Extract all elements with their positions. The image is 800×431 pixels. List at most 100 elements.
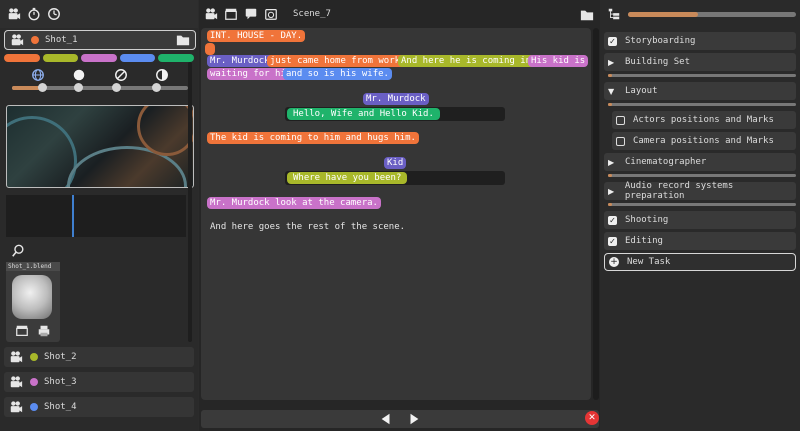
task-layout[interactable]: ▼ Layout: [604, 82, 796, 100]
action-text[interactable]: His kid is: [528, 55, 589, 67]
search-icon[interactable]: [10, 243, 26, 259]
task-shooting[interactable]: ✓ Shooting: [604, 211, 796, 229]
render-options: [30, 67, 170, 83]
previous-icon[interactable]: [378, 411, 394, 427]
task-progress: [608, 103, 796, 106]
task-audio-record[interactable]: ▶ Audio record systems preparation: [604, 181, 796, 201]
blend-file-name: Shot_1.blend: [6, 262, 60, 271]
shot-color-dot: [30, 378, 38, 386]
action-text[interactable]: waiting for him: [207, 68, 295, 80]
shot-item[interactable]: Shot_4: [4, 397, 194, 417]
action-text[interactable]: just came home from work.: [267, 55, 409, 67]
shot-label: Shot_2: [44, 352, 77, 362]
tag-olive[interactable]: [42, 54, 79, 62]
folder-icon[interactable]: [175, 32, 191, 48]
checkbox-checked[interactable]: ✓: [608, 36, 617, 46]
task-label: Editing: [625, 236, 663, 246]
scene-heading[interactable]: INT. HOUSE - DAY.: [207, 30, 306, 42]
expand-arrow-icon[interactable]: ▶: [608, 158, 617, 167]
print-icon[interactable]: [36, 323, 52, 339]
shading-icon[interactable]: [154, 67, 170, 83]
task-label: Audio record systems preparation: [624, 181, 734, 201]
shots-scrollbar[interactable]: [188, 62, 192, 342]
slider-knob[interactable]: [152, 83, 161, 92]
next-icon[interactable]: [406, 411, 422, 427]
timeline-marker[interactable]: [72, 195, 74, 237]
shots-toolbar: [0, 0, 198, 28]
subtask-camera-positions[interactable]: Camera positions and Marks: [612, 132, 796, 150]
camera-icon: [8, 374, 24, 390]
new-task-label: New Task: [627, 257, 671, 267]
expand-arrow-icon[interactable]: ▶: [608, 187, 617, 196]
camera-icon[interactable]: [6, 6, 22, 22]
task-storyboarding[interactable]: ✓ Storyboarding: [604, 32, 796, 50]
task-tree-icon[interactable]: [606, 6, 622, 22]
task-label: Building Set: [625, 57, 691, 67]
action-text[interactable]: and so is his wife.: [283, 68, 392, 80]
new-task-button[interactable]: + New Task: [604, 253, 796, 271]
shot-color-dot: [30, 403, 38, 411]
tag-blue[interactable]: [119, 54, 156, 62]
clapboard-icon[interactable]: [223, 6, 239, 22]
task-editing[interactable]: ✓ Editing: [604, 232, 796, 250]
checkbox-checked[interactable]: ✓: [608, 236, 617, 246]
subtask-actors-positions[interactable]: Actors positions and Marks: [612, 111, 796, 129]
shot-thumbnail[interactable]: [6, 105, 194, 188]
material-icon[interactable]: [113, 67, 129, 83]
tasks-panel: ✓ Storyboarding ▶ Building Set ▼ Layout …: [600, 0, 800, 431]
solid-circle-icon[interactable]: [71, 67, 87, 83]
globe-icon[interactable]: [30, 67, 46, 83]
slider-knob[interactable]: [112, 83, 121, 92]
plus-icon: +: [609, 256, 619, 267]
dialog-text[interactable]: Where have you been?: [287, 172, 408, 184]
task-progress: [608, 203, 796, 206]
task-label: Cinematographer: [625, 157, 707, 167]
expand-arrow-icon[interactable]: ▶: [608, 58, 617, 67]
task-label: Camera positions and Marks: [633, 136, 774, 146]
stopwatch-icon[interactable]: [26, 6, 42, 22]
tag-orange[interactable]: [4, 54, 40, 62]
close-icon[interactable]: ✕: [585, 411, 599, 425]
timer-icon[interactable]: [263, 6, 279, 22]
checkbox-checked[interactable]: ✓: [608, 215, 617, 225]
speaker-name[interactable]: Kid: [384, 157, 407, 169]
folder-icon[interactable]: [579, 7, 595, 23]
action-text[interactable]: And here goes the rest of the scene.: [210, 222, 405, 232]
dialog-text[interactable]: Hello, Wife and Hello Kid.: [287, 108, 440, 120]
checkbox-unchecked[interactable]: [616, 115, 625, 125]
speaker-name[interactable]: Mr. Murdock: [363, 93, 429, 105]
task-cinematographer[interactable]: ▶ Cinematographer: [604, 153, 796, 171]
clapboard-icon[interactable]: [14, 323, 30, 339]
camera-icon[interactable]: [203, 6, 219, 22]
tag-pink[interactable]: [81, 54, 117, 62]
shot-item-active[interactable]: Shot_1: [4, 30, 196, 50]
script-editor[interactable]: INT. HOUSE - DAY. Mr. Murdock just came …: [201, 28, 591, 400]
shot-item[interactable]: Shot_2: [4, 347, 194, 367]
task-building-set[interactable]: ▶ Building Set: [604, 53, 796, 71]
script-toolbar: Scene_7: [199, 0, 601, 28]
slider-knob[interactable]: [38, 83, 47, 92]
camera-icon: [9, 32, 25, 48]
action-text[interactable]: And here he is coming in.: [398, 55, 540, 67]
task-label: Actors positions and Marks: [633, 115, 774, 125]
cursor-marker: [205, 43, 215, 55]
script-panel: Scene_7 INT. HOUSE - DAY. Mr. Murdock ju…: [199, 0, 601, 431]
collapse-arrow-icon[interactable]: ▼: [608, 87, 617, 96]
checkbox-unchecked[interactable]: [616, 136, 625, 146]
script-scrollbar[interactable]: [593, 28, 599, 400]
tag-green[interactable]: [158, 54, 194, 62]
add-comment-icon[interactable]: [243, 6, 259, 22]
task-label: Shooting: [625, 215, 669, 225]
task-label: Storyboarding: [625, 36, 696, 46]
shot-item[interactable]: Shot_3: [4, 372, 194, 392]
action-text[interactable]: The kid is coming to him and hugs him.: [207, 132, 419, 144]
task-progress: [608, 74, 796, 77]
shot-timeline[interactable]: [6, 195, 186, 237]
shot-slider[interactable]: [12, 83, 188, 92]
slider-knob[interactable]: [74, 83, 83, 92]
character-tag[interactable]: Mr. Murdock: [207, 55, 273, 67]
color-tags: [4, 54, 194, 62]
action-text[interactable]: Mr. Murdock look at the camera.: [207, 197, 381, 209]
blend-file-card[interactable]: Shot_1.blend: [6, 262, 60, 342]
clock-icon[interactable]: [46, 6, 62, 22]
